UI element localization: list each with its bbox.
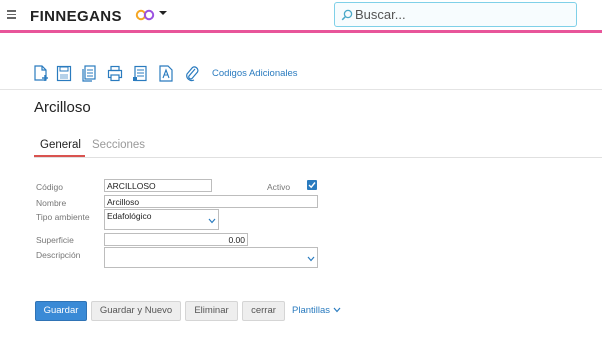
tab-general[interactable]: General <box>34 139 85 157</box>
tab-secciones[interactable]: Secciones <box>92 139 145 151</box>
text-document-icon[interactable] <box>158 65 174 82</box>
checkmark-icon <box>308 182 316 189</box>
search-box <box>334 2 577 27</box>
descripcion-label: Descripción <box>36 250 81 260</box>
activo-label: Activo <box>267 182 291 192</box>
tipo-ambiente-select[interactable]: Edafológico <box>104 209 219 230</box>
superficie-label: Superficie <box>36 235 74 245</box>
activo-checkbox[interactable] <box>307 180 317 190</box>
codigo-field[interactable] <box>104 179 212 192</box>
chevron-down-icon[interactable] <box>159 10 167 16</box>
list-document-icon[interactable] <box>132 65 148 82</box>
chevron-down-icon <box>333 307 341 313</box>
descripcion-field[interactable] <box>104 247 318 268</box>
chevron-down-icon <box>208 218 216 224</box>
cerrar-button[interactable]: cerrar <box>242 301 285 321</box>
print-icon[interactable] <box>107 65 123 82</box>
search-icon <box>341 9 353 21</box>
eliminar-button[interactable]: Eliminar <box>185 301 238 321</box>
nombre-label: Nombre <box>36 198 67 208</box>
chevron-down-icon <box>307 256 315 262</box>
tipo-ambiente-label: Tipo ambiente <box>36 212 90 222</box>
brand-logo-text: FINNEGANS <box>30 8 122 25</box>
plantillas-label: Plantillas <box>292 305 331 316</box>
toolbar-divider <box>0 89 602 90</box>
save-icon[interactable] <box>56 65 72 82</box>
codigos-adicionales-link[interactable]: Codigos Adicionales <box>212 68 298 79</box>
attachment-icon[interactable] <box>184 65 200 82</box>
brand-logo-icon <box>135 9 155 21</box>
tipo-ambiente-value: Edafológico <box>107 211 152 221</box>
nombre-field[interactable] <box>104 195 318 208</box>
guardar-button[interactable]: Guardar <box>35 301 87 321</box>
copy-document-icon[interactable] <box>81 65 97 82</box>
new-document-icon[interactable] <box>33 65 49 82</box>
plantillas-dropdown[interactable]: Plantillas <box>292 305 341 316</box>
tab-bar: General Secciones <box>34 138 602 158</box>
hamburger-menu-icon[interactable] <box>7 10 17 19</box>
search-input[interactable] <box>355 5 565 24</box>
guardar-y-nuevo-button[interactable]: Guardar y Nuevo <box>91 301 181 321</box>
page-title: Arcilloso <box>34 99 91 116</box>
top-bar: FINNEGANS <box>0 0 602 33</box>
superficie-field[interactable] <box>104 233 248 246</box>
codigo-label: Código <box>36 182 63 192</box>
